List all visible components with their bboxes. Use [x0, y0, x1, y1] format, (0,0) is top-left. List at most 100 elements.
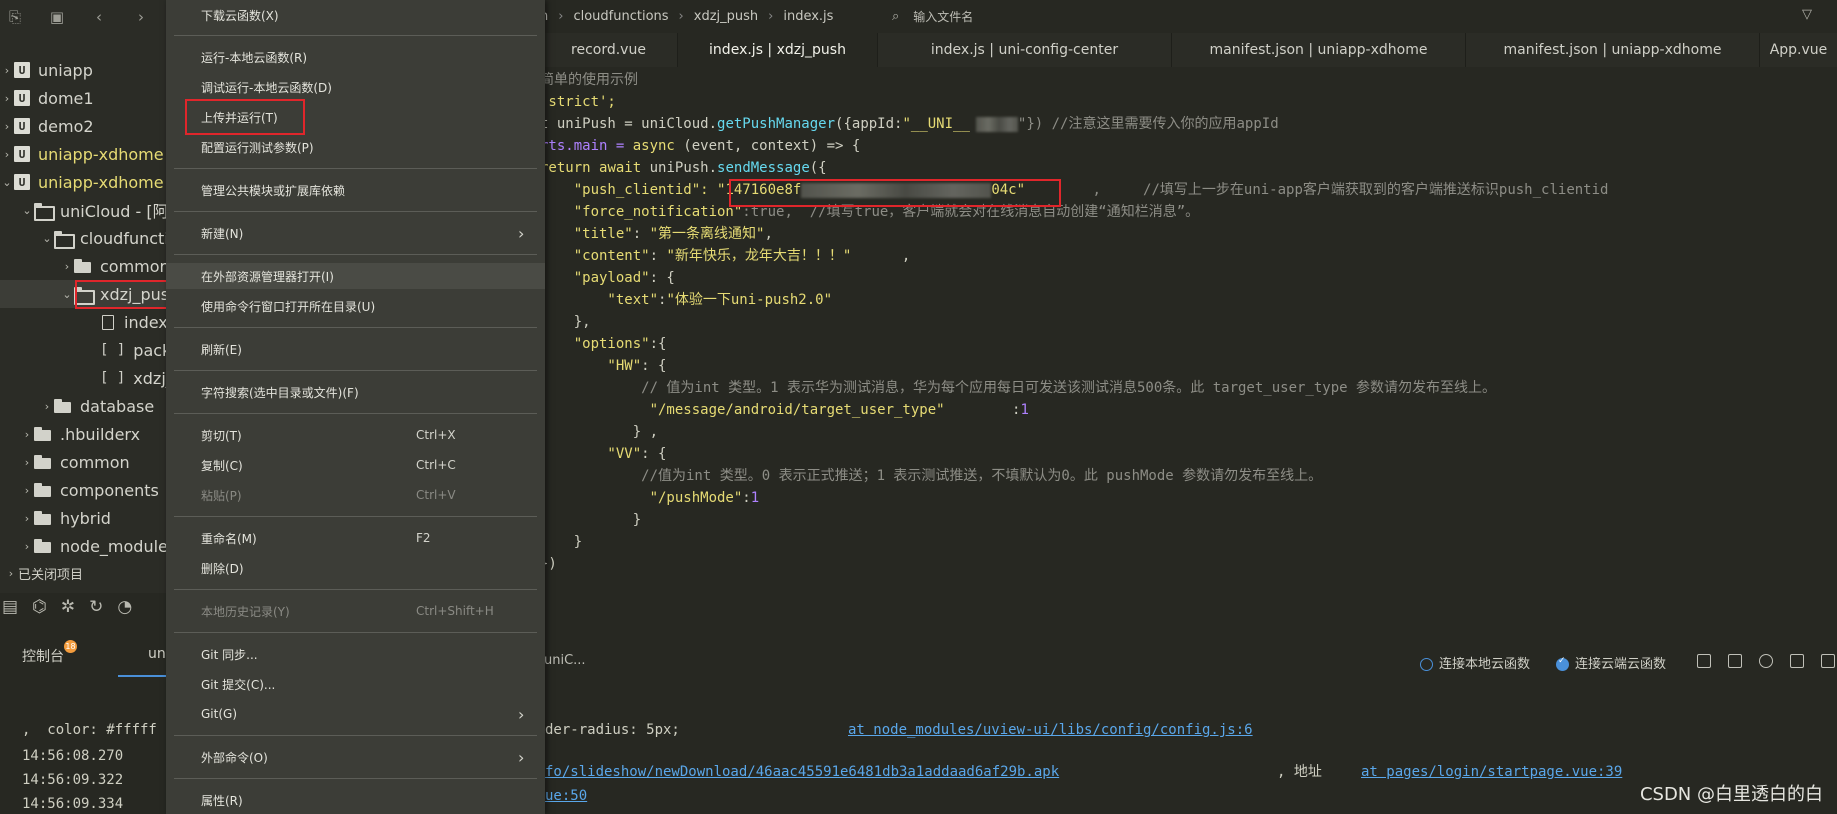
- menu-item-open-explorer[interactable]: 在外部资源管理器打开(I): [166, 263, 545, 289]
- new-file-icon[interactable]: ⎘: [6, 8, 24, 26]
- chevron-right-icon[interactable]: ›: [20, 428, 34, 441]
- lock-icon[interactable]: [1697, 654, 1711, 668]
- menu-item-debug-local[interactable]: 调试运行-本地云函数(D): [166, 74, 545, 100]
- chevron-right-icon[interactable]: ›: [0, 92, 14, 105]
- chevron-right-icon[interactable]: ›: [0, 148, 14, 161]
- chevron-right-icon[interactable]: ›: [20, 456, 34, 469]
- tree-item-label: common: [60, 452, 130, 472]
- menu-item-config-params[interactable]: 配置运行测试参数(P): [166, 134, 545, 160]
- menu-item-label: 复制(C): [201, 458, 243, 473]
- stop-icon[interactable]: [1790, 654, 1804, 668]
- code-token: ,: [764, 226, 773, 242]
- refresh-icon[interactable]: ↻: [89, 597, 103, 617]
- console-source-link[interactable]: ue:50: [545, 785, 587, 807]
- code-token: 1: [1020, 402, 1029, 418]
- chevron-right-icon[interactable]: ›: [20, 540, 34, 553]
- chevron-right-icon: ›: [518, 223, 525, 243]
- menu-item-new[interactable]: 新建(N) ›: [166, 220, 545, 246]
- save-icon[interactable]: ▣: [48, 8, 66, 26]
- console-icon[interactable]: ▤: [2, 597, 18, 617]
- menu-item-paste: 粘贴(P) Ctrl+V: [166, 482, 545, 508]
- filter-icon[interactable]: ▽: [1802, 7, 1812, 22]
- code-token: ,: [851, 248, 911, 264]
- restart-icon[interactable]: [1759, 654, 1773, 668]
- json-icon: [ ]: [100, 370, 126, 386]
- tab-manifest-1[interactable]: manifest.json | uniapp-xdhome: [1172, 33, 1466, 67]
- console-source-link[interactable]: at pages/login/startpage.vue:39: [1361, 761, 1622, 783]
- menu-item-rename[interactable]: 重命名(M) F2: [166, 525, 545, 551]
- project-icon: U: [14, 174, 30, 190]
- console-link[interactable]: fo/slideshow/newDownload/46aac45591e6481…: [545, 761, 1059, 783]
- menu-item-git[interactable]: Git(G) ›: [166, 701, 545, 727]
- chevron-down-icon[interactable]: ⌄: [60, 288, 74, 301]
- menu-item-refresh[interactable]: 刷新(E): [166, 336, 545, 362]
- open-external-icon[interactable]: [1821, 654, 1835, 668]
- tree-item-label: uniCloud - [阿: [60, 202, 169, 221]
- chevron-down-icon[interactable]: ⌄: [40, 232, 54, 245]
- tab-record-vue[interactable]: record.vue: [540, 33, 678, 67]
- code-line: "VV": {: [540, 443, 666, 465]
- tab-uni[interactable]: un: [148, 646, 166, 662]
- menu-item-open-terminal[interactable]: 使用命令行窗口打开所在目录(U): [166, 293, 545, 319]
- breadcrumb-item[interactable]: index.js: [783, 9, 833, 24]
- menu-separator: [174, 168, 537, 169]
- menu-item-delete[interactable]: 删除(D): [166, 555, 545, 581]
- chevron-right-icon[interactable]: ›: [0, 120, 14, 133]
- radio-remote-cloud[interactable]: 连接云端云函数: [1556, 653, 1666, 672]
- menu-separator: [174, 413, 537, 414]
- menu-item-copy[interactable]: 复制(C) Ctrl+C: [166, 452, 545, 478]
- menu-item-properties[interactable]: 属性(R): [166, 787, 545, 813]
- chevron-right-icon[interactable]: ›: [40, 400, 54, 413]
- menu-item-download[interactable]: 下载云函数(X): [166, 2, 545, 28]
- console-text: , 地址: [1277, 764, 1322, 780]
- file-search[interactable]: ⌕ 输入文件名: [892, 8, 973, 25]
- tree-item-label: database: [80, 396, 155, 416]
- tab-manifest-2[interactable]: manifest.json | uniapp-xdhome: [1466, 33, 1760, 67]
- menu-item-manage-deps[interactable]: 管理公共模块或扩展库依赖: [166, 177, 545, 203]
- tab-console[interactable]: 控制台: [22, 646, 64, 666]
- palette-icon[interactable]: ◔: [117, 597, 132, 617]
- radio-local-cloud[interactable]: 连接本地云函数: [1420, 653, 1530, 672]
- console-source-link[interactable]: at node_modules/uview-ui/libs/config/con…: [848, 719, 1253, 741]
- code-line: }: [540, 534, 583, 550]
- tab-unicloud[interactable]: uniC...: [544, 653, 586, 668]
- code-line: "title": "第一条离线通知",: [540, 223, 773, 245]
- code-editor[interactable]: 简单的使用示例 strict'; t uniPush = uniCloud.ge…: [540, 67, 1837, 627]
- chevron-down-icon[interactable]: ⌄: [20, 204, 34, 217]
- breadcrumb-item[interactable]: cloudfunctions: [573, 9, 668, 24]
- tab-index-js-xdzj-push[interactable]: index.js | xdzj_push: [678, 33, 878, 67]
- folder-open-icon: [34, 203, 55, 221]
- menu-item-label: 剪切(T): [201, 428, 242, 443]
- tab-index-js-config-center[interactable]: index.js | uni-config-center: [878, 33, 1172, 67]
- chevron-right-icon[interactable]: ›: [20, 512, 34, 525]
- menu-item-git-sync[interactable]: Git 同步...: [166, 641, 545, 667]
- breadcrumb-item[interactable]: xdzj_push: [694, 9, 758, 24]
- tree-item-label: dome1: [38, 88, 94, 108]
- forward-icon[interactable]: ›: [132, 8, 150, 26]
- menu-item-cut[interactable]: 剪切(T) Ctrl+X: [166, 422, 545, 448]
- tree-item-label: demo2: [38, 116, 94, 136]
- code-token: "force_notification": [540, 204, 743, 220]
- code-token: "/message/android/target_user_type": [540, 402, 945, 418]
- chevron-down-icon[interactable]: ⌄: [0, 176, 14, 189]
- code-token: strict';: [540, 94, 616, 110]
- menu-item-git-commit[interactable]: Git 提交(C)...: [166, 671, 545, 697]
- back-icon[interactable]: ‹: [90, 8, 108, 26]
- menu-item-run-local[interactable]: 运行-本地云函数(R): [166, 44, 545, 70]
- tree-item-label: uniapp-xdhome: [38, 172, 164, 192]
- chevron-right-icon[interactable]: ›: [0, 64, 14, 77]
- menu-item-external[interactable]: 外部命令(O) ›: [166, 744, 545, 770]
- debug-icon[interactable]: ✲: [61, 597, 75, 617]
- code-token: "}) //注意这里需要传入你的应用appId: [1017, 116, 1279, 132]
- menu-item-search[interactable]: 字符搜索(选中目录或文件)(F): [166, 379, 545, 405]
- radio-icon[interactable]: [1420, 658, 1433, 671]
- chevron-right-icon[interactable]: ›: [60, 260, 74, 273]
- code-token: "HW": [540, 358, 642, 374]
- export-icon[interactable]: [1728, 654, 1742, 668]
- radio-checked-icon[interactable]: [1556, 656, 1569, 671]
- tab-app-vue[interactable]: App.vue: [1760, 33, 1837, 67]
- chevron-right-icon[interactable]: ›: [20, 484, 34, 497]
- file-search-input[interactable]: 输入文件名: [913, 8, 973, 25]
- code-line: rts.main = async (event, context) => {: [540, 135, 860, 157]
- binoculars-icon[interactable]: ⌬: [32, 597, 47, 617]
